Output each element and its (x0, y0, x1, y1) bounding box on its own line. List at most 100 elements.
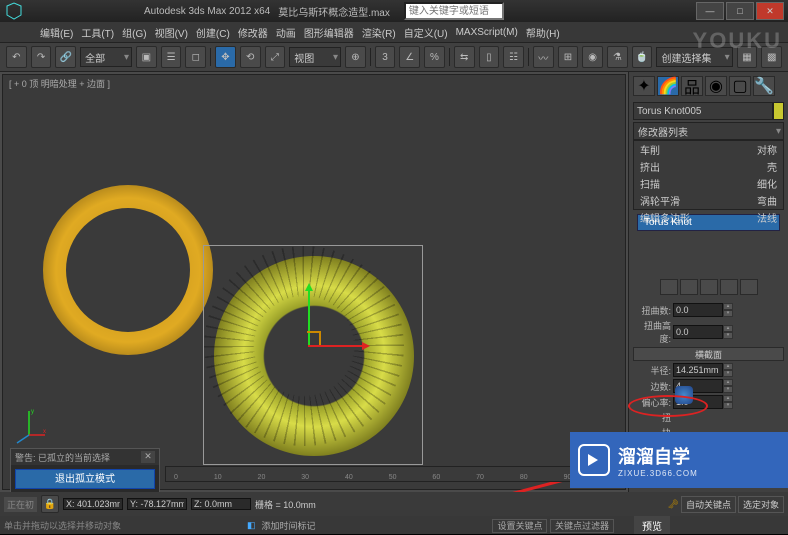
link-button[interactable]: 🔗 (55, 46, 76, 68)
align-button[interactable]: ▯ (479, 46, 500, 68)
tab-motion[interactable]: ◉ (705, 76, 727, 96)
curve-editor-button[interactable]: 〰 (533, 46, 554, 68)
help-search-input[interactable] (404, 2, 504, 20)
key-icon[interactable]: 🗝 (668, 499, 679, 510)
label-twist-num: 扭曲数: (633, 304, 671, 317)
menu-group[interactable]: 组(G) (122, 25, 146, 40)
tick: 60 (432, 474, 440, 481)
menu-maxscript[interactable]: MAXScript(M) (456, 27, 518, 38)
menu-create[interactable]: 创建(C) (196, 25, 230, 40)
tab-utility[interactable]: 🔧 (753, 76, 775, 96)
tab-create[interactable]: ✦ (633, 76, 655, 96)
coord-x-input[interactable] (63, 498, 123, 510)
move-button[interactable]: ✥ (215, 46, 236, 68)
tick: 80 (520, 474, 528, 481)
menu-customize[interactable]: 自定义(U) (404, 25, 448, 40)
selection-bracket (203, 245, 423, 465)
named-sel-dropdown[interactable]: 创建选择集 (656, 47, 732, 67)
spinner-twist-height[interactable]: ▴▾ (673, 325, 733, 339)
mod-extrude[interactable]: 挤出 (640, 159, 660, 174)
rollout-section-header[interactable]: 横截面 (633, 347, 784, 361)
minimize-button[interactable]: — (696, 2, 724, 20)
mod-tessellate[interactable]: 细化 (757, 176, 777, 191)
menu-render[interactable]: 渲染(R) (362, 25, 396, 40)
menu-help[interactable]: 帮助(H) (526, 25, 560, 40)
redo-button[interactable]: ↷ (31, 46, 52, 68)
menu-animation[interactable]: 动画 (276, 25, 296, 40)
tab-hierarchy[interactable]: 品 (681, 76, 703, 96)
coord-z-input[interactable] (191, 498, 251, 510)
rect-select-button[interactable]: ◻ (185, 46, 206, 68)
lock-selection-button[interactable]: 🔒 (41, 495, 59, 513)
dialog-close-button[interactable]: ✕ (141, 451, 155, 463)
torus-object-1[interactable] (43, 185, 213, 355)
menu-grapheditor[interactable]: 图形编辑器 (304, 25, 354, 40)
viewport-label: [ + 0 顶 明暗处理 + 边面 ] (9, 77, 110, 90)
gizmo-x-axis[interactable] (308, 345, 368, 347)
menu-view[interactable]: 视图(V) (155, 25, 188, 40)
object-color-swatch[interactable] (773, 102, 784, 120)
menu-modifier[interactable]: 修改器 (238, 25, 268, 40)
modifier-quick-list: 车削对称 挤出壳 扫描细化 涡轮平滑弯曲 编辑多边形法线 (633, 140, 784, 210)
close-button[interactable]: ✕ (756, 2, 784, 20)
center-button[interactable]: ⊕ (345, 46, 366, 68)
mod-sweep[interactable]: 扫描 (640, 176, 660, 191)
spinner-scrub-icon[interactable] (675, 386, 693, 404)
mod-normal[interactable]: 法线 (757, 210, 777, 225)
tab-display[interactable]: ▢ (729, 76, 751, 96)
mod-lathe[interactable]: 车削 (640, 142, 660, 157)
object-name-input[interactable] (633, 102, 773, 120)
tool-a[interactable]: ▦ (737, 46, 758, 68)
selected-button[interactable]: 选定对象 (738, 496, 784, 513)
mod-turbosmooth[interactable]: 涡轮平滑 (640, 193, 680, 208)
remove-mod-button[interactable] (720, 279, 738, 295)
mod-shell[interactable]: 壳 (767, 159, 777, 174)
show-end-button[interactable] (680, 279, 698, 295)
gizmo-xy-plane[interactable] (307, 331, 321, 345)
pct-snap-button[interactable]: % (424, 46, 445, 68)
brand-overlay: 溜溜自学 ZIXUE.3D66.COM (570, 432, 788, 488)
spinner-twist-num[interactable]: ▴▾ (673, 303, 733, 317)
label-sides: 边数: (633, 380, 671, 393)
coord-y-input[interactable] (127, 498, 187, 510)
maximize-button[interactable]: □ (726, 2, 754, 20)
render-setup-button[interactable]: ⚗ (607, 46, 628, 68)
config-mod-button[interactable] (740, 279, 758, 295)
select-name-button[interactable]: ☰ (161, 46, 182, 68)
viewport[interactable]: [ + 0 顶 明暗处理 + 边面 ] y x (2, 74, 626, 490)
label-twist2: 扭 (633, 411, 671, 424)
tool-b[interactable]: ▩ (761, 46, 782, 68)
undo-button[interactable]: ↶ (6, 46, 27, 68)
scale-button[interactable]: ⤢ (265, 46, 286, 68)
setkey-button[interactable]: 设置关键点 (492, 519, 547, 533)
render-button[interactable]: 🍵 (632, 46, 653, 68)
tab-modify[interactable]: 🌈 (657, 76, 679, 96)
play-icon (578, 444, 610, 476)
snap-button[interactable]: 3 (375, 46, 396, 68)
menu-tools[interactable]: 工具(T) (81, 25, 114, 40)
viewcube-axis-icon[interactable]: y x (9, 405, 49, 445)
mod-symmetry[interactable]: 对称 (757, 142, 777, 157)
timeline[interactable]: 0 10 20 30 40 50 60 70 80 90 100 (165, 466, 628, 482)
mod-bend[interactable]: 弯曲 (757, 193, 777, 208)
material-button[interactable]: ◉ (582, 46, 603, 68)
file-name: 莫比乌斯环概念造型.max (278, 4, 390, 19)
menu-edit[interactable]: 编辑(E) (40, 25, 73, 40)
rotate-button[interactable]: ⟲ (240, 46, 261, 68)
keyfilter-button[interactable]: 关键点过滤器 (550, 519, 614, 533)
modifier-list-dropdown[interactable]: 修改器列表 (633, 122, 784, 140)
pin-stack-button[interactable] (660, 279, 678, 295)
add-time-tag[interactable]: 添加时间标记 (262, 519, 316, 532)
exit-isolation-button[interactable]: 退出孤立模式 (15, 469, 155, 489)
unique-button[interactable] (700, 279, 718, 295)
mirror-button[interactable]: ⇆ (454, 46, 475, 68)
svg-text:x: x (43, 429, 46, 435)
spinner-radius[interactable]: ▴▾ (673, 363, 733, 377)
filter-dropdown[interactable]: 全部 (80, 47, 132, 67)
angle-snap-button[interactable]: ∠ (399, 46, 420, 68)
coord-dropdown[interactable]: 视图 (289, 47, 341, 67)
schematic-button[interactable]: ⊞ (558, 46, 579, 68)
select-button[interactable]: ▣ (136, 46, 157, 68)
layer-button[interactable]: ☷ (503, 46, 524, 68)
autokey-button[interactable]: 自动关键点 (681, 496, 736, 513)
